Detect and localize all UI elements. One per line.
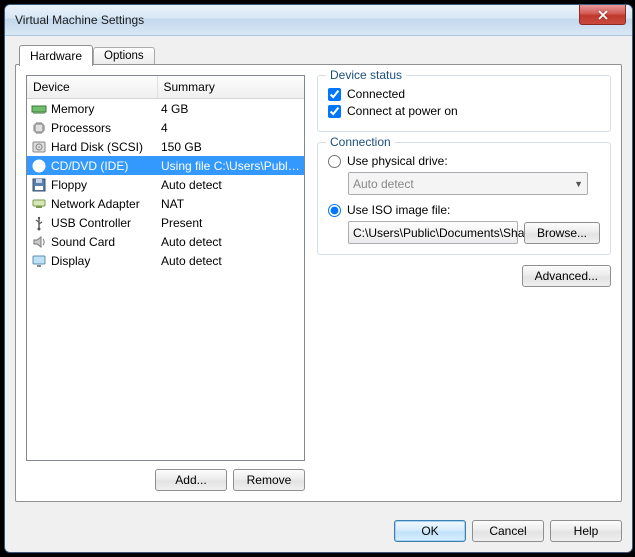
checkbox-connected-label: Connected <box>347 87 405 101</box>
cpu-icon <box>31 120 47 136</box>
radio-iso-label: Use ISO image file: <box>347 203 450 217</box>
device-name: Sound Card <box>51 235 115 249</box>
table-row[interactable]: USB Controller Present <box>27 213 304 232</box>
col-summary[interactable]: Summary <box>157 76 304 99</box>
device-list[interactable]: Device Summary Memory4 GBProcessors4Hard… <box>26 75 305 461</box>
device-name: Display <box>51 254 90 268</box>
window-title: Virtual Machine Settings <box>15 13 579 27</box>
net-icon <box>31 196 47 212</box>
table-row[interactable]: Floppy Auto detect <box>27 175 304 194</box>
close-icon <box>598 10 608 20</box>
radio-iso-row[interactable]: Use ISO image file: <box>328 203 600 217</box>
device-name: Floppy <box>51 178 87 192</box>
checkbox-connected[interactable] <box>328 88 341 101</box>
device-summary: 150 GB <box>157 137 304 156</box>
device-summary: 4 GB <box>157 99 304 119</box>
radio-physical-row[interactable]: Use physical drive: <box>328 154 600 168</box>
cancel-button[interactable]: Cancel <box>472 520 544 542</box>
device-summary: Auto detect <box>157 232 304 251</box>
combo-iso-path[interactable]: C:\Users\Public\Documents\Sha ▼ <box>348 221 518 244</box>
sound-icon <box>31 234 47 250</box>
tab-page-hardware: Device Summary Memory4 GBProcessors4Hard… <box>15 64 622 502</box>
help-button[interactable]: Help <box>550 520 622 542</box>
chevron-down-icon: ▼ <box>574 179 583 189</box>
device-summary: NAT <box>157 194 304 213</box>
tab-options[interactable]: Options <box>93 47 155 64</box>
device-summary: Using file C:\Users\Public\Doc... <box>157 156 304 175</box>
checkbox-connect-poweron[interactable] <box>328 105 341 118</box>
ok-button[interactable]: OK <box>394 520 466 542</box>
combo-physical-drive: Auto detect ▼ <box>348 172 588 195</box>
device-name: Network Adapter <box>51 197 140 211</box>
table-row[interactable]: Hard Disk (SCSI) 150 GB <box>27 137 304 156</box>
checkbox-connect-poweron-row[interactable]: Connect at power on <box>328 104 600 118</box>
left-pane: Device Summary Memory4 GBProcessors4Hard… <box>26 75 305 491</box>
right-pane: Device status Connected Connect at power… <box>317 75 611 491</box>
checkbox-connect-poweron-label: Connect at power on <box>347 104 458 118</box>
checkbox-connected-row[interactable]: Connected <box>328 87 600 101</box>
remove-button[interactable]: Remove <box>233 469 305 491</box>
table-row[interactable]: Display Auto detect <box>27 251 304 270</box>
table-row[interactable]: Memory 4 GB <box>27 99 304 119</box>
settings-window: Virtual Machine Settings Hardware Option… <box>4 4 633 553</box>
group-device-status-legend: Device status <box>326 68 406 82</box>
titlebar[interactable]: Virtual Machine Settings <box>5 5 632 36</box>
table-row[interactable]: Sound Card Auto detect <box>27 232 304 251</box>
display-icon <box>31 253 47 269</box>
cd-icon <box>31 158 47 174</box>
usb-icon <box>31 215 47 231</box>
device-summary: Auto detect <box>157 175 304 194</box>
combo-physical-value: Auto detect <box>353 177 414 191</box>
floppy-icon <box>31 177 47 193</box>
close-button[interactable] <box>579 5 626 25</box>
table-row[interactable]: Network Adapter NAT <box>27 194 304 213</box>
device-name: USB Controller <box>51 216 131 230</box>
tabstrip: Hardware Options <box>19 44 622 65</box>
radio-physical[interactable] <box>328 155 341 168</box>
hdd-icon <box>31 139 47 155</box>
device-name: Memory <box>51 102 94 116</box>
group-connection: Connection Use physical drive: Auto dete… <box>317 142 611 255</box>
radio-iso[interactable] <box>328 204 341 217</box>
combo-iso-value: C:\Users\Public\Documents\Sha <box>353 226 524 240</box>
table-row[interactable]: CD/DVD (IDE) Using file C:\Users\Public\D… <box>27 156 304 175</box>
table-row[interactable]: Processors 4 <box>27 118 304 137</box>
add-button[interactable]: Add... <box>155 469 227 491</box>
tab-hardware[interactable]: Hardware <box>19 45 93 66</box>
browse-button[interactable]: Browse... <box>524 222 600 244</box>
group-device-status: Device status Connected Connect at power… <box>317 75 611 132</box>
device-name: CD/DVD (IDE) <box>51 159 128 173</box>
dialog-footer: OK Cancel Help <box>5 512 632 552</box>
radio-physical-label: Use physical drive: <box>347 154 448 168</box>
device-summary: 4 <box>157 118 304 137</box>
dialog-body: Hardware Options Device Summary <box>5 36 632 512</box>
col-device[interactable]: Device <box>27 76 157 99</box>
device-summary: Present <box>157 213 304 232</box>
memory-icon <box>31 101 47 117</box>
device-name: Hard Disk (SCSI) <box>51 140 143 154</box>
advanced-button[interactable]: Advanced... <box>522 265 611 287</box>
group-connection-legend: Connection <box>326 135 395 149</box>
device-summary: Auto detect <box>157 251 304 270</box>
device-name: Processors <box>51 121 111 135</box>
